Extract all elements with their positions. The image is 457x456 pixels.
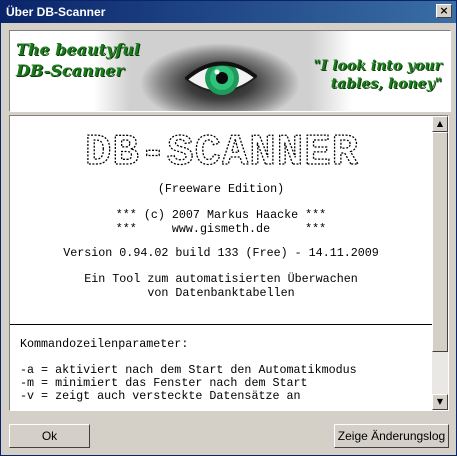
banner-title: The beautyful DB-Scanner bbox=[16, 40, 140, 80]
eye-icon bbox=[184, 61, 258, 95]
show-changelog-button[interactable]: Zeige Änderungslog bbox=[334, 424, 449, 448]
ok-button[interactable]: Ok bbox=[9, 424, 90, 448]
description-line-2: von Datenbanktabellen bbox=[147, 286, 295, 300]
param-line: -v = zeigt auch versteckte Datensätze an bbox=[20, 389, 301, 403]
params-header: Kommandozeilenparameter: bbox=[20, 337, 189, 351]
scroll-thumb[interactable] bbox=[432, 132, 448, 352]
vertical-scrollbar[interactable]: ▲ ▼ bbox=[432, 116, 448, 410]
separator-line bbox=[10, 324, 432, 325]
copyright-line-1: *** (c) 2007 Markus Haacke *** bbox=[115, 208, 327, 222]
scroll-up-button[interactable]: ▲ bbox=[432, 116, 448, 132]
version-text: Version 0.94.02 build 133 (Free) - 14.11… bbox=[63, 246, 379, 260]
about-dialog: Über DB-Scanner × The beautyful DB-Scann… bbox=[0, 0, 457, 456]
scroll-down-button[interactable]: ▼ bbox=[432, 394, 448, 410]
banner-image: The beautyful DB-Scanner "I look into yo… bbox=[9, 30, 451, 112]
logo-text: DB-SCANNER bbox=[85, 130, 359, 170]
description-line-1: Ein Tool zum automatisierten Überwachen bbox=[84, 272, 358, 286]
param-line: -m = minimiert das Fenster nach dem Star… bbox=[20, 376, 308, 390]
edition-text: (Freeware Edition) bbox=[157, 182, 285, 196]
about-text-area[interactable]: DB-SCANNER (Freeware Edition) *** (c) 20… bbox=[9, 115, 449, 411]
about-text: DB-SCANNER (Freeware Edition) *** (c) 20… bbox=[10, 116, 432, 410]
db-scanner-logo: DB-SCANNER bbox=[84, 130, 359, 170]
window-title: Über DB-Scanner bbox=[6, 5, 106, 19]
close-button[interactable]: × bbox=[436, 4, 452, 18]
banner-quote: "I look into your tables, honey" bbox=[313, 58, 443, 92]
copyright-line-2: *** www.gismeth.de *** bbox=[115, 222, 327, 236]
title-bar: Über DB-Scanner × bbox=[1, 1, 456, 23]
param-line: -a = aktiviert nach dem Start den Automa… bbox=[20, 363, 357, 377]
